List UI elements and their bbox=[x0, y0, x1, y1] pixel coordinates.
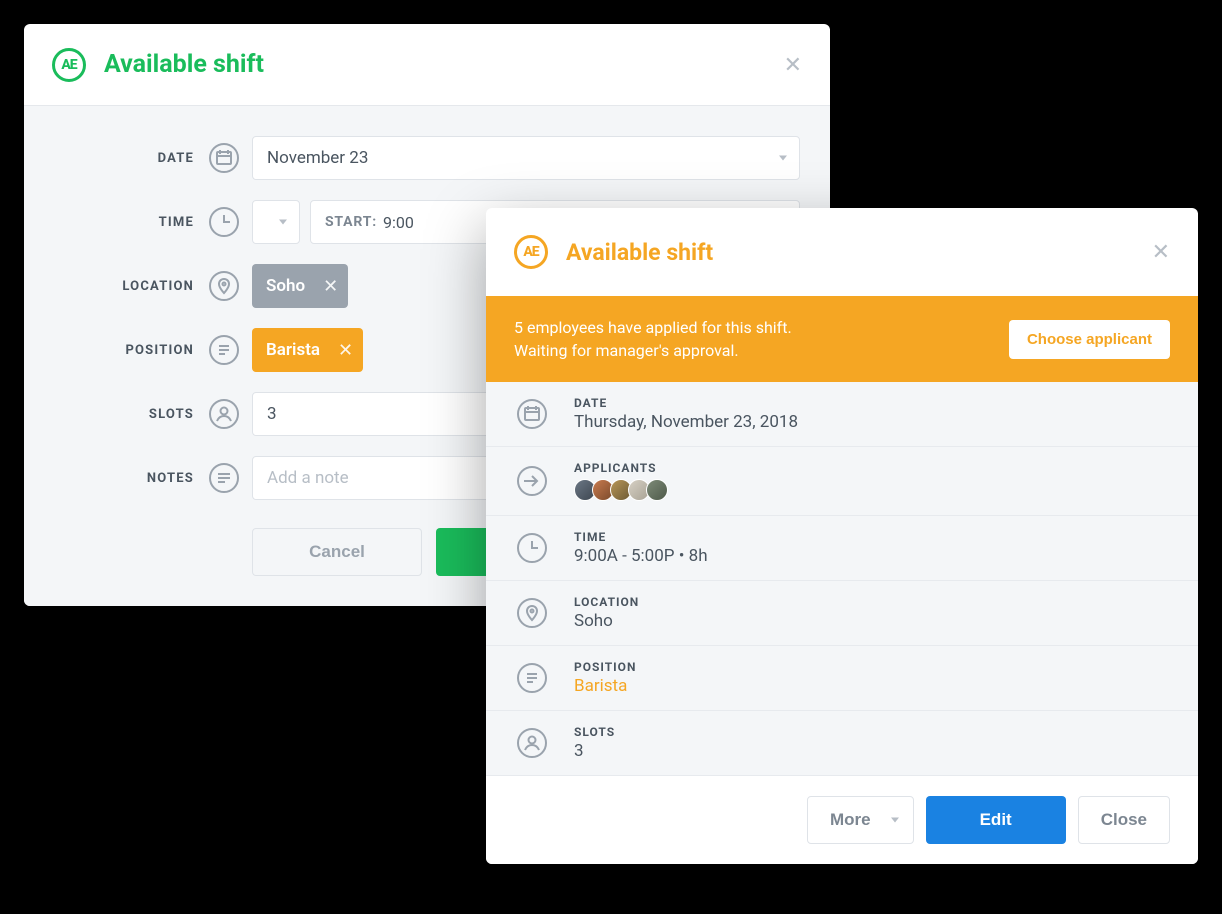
modal-header: AE Available shift ✕ bbox=[486, 208, 1198, 296]
modal-title: Available shift bbox=[104, 50, 264, 79]
arrow-in-icon bbox=[514, 463, 550, 499]
banner-text: 5 employees have applied for this shift.… bbox=[514, 316, 792, 362]
chevron-down-icon bbox=[891, 818, 899, 823]
position-icon bbox=[514, 660, 550, 696]
pin-icon bbox=[206, 268, 242, 304]
notes-label: NOTES bbox=[54, 471, 194, 486]
edit-button[interactable]: Edit bbox=[926, 796, 1066, 844]
close-button[interactable]: Close bbox=[1078, 796, 1170, 844]
app-logo-icon: AE bbox=[514, 235, 548, 269]
modal-footer: More Edit Close bbox=[486, 775, 1198, 864]
clock-icon bbox=[206, 204, 242, 240]
choose-applicant-button[interactable]: Choose applicant bbox=[1009, 320, 1170, 359]
time-label: TIME bbox=[54, 215, 194, 230]
view-shift-modal: AE Available shift ✕ 5 employees have ap… bbox=[486, 208, 1198, 864]
time-value: 9:00A - 5:00P • 8h bbox=[574, 546, 708, 566]
slots-label: SLOTS bbox=[574, 725, 615, 739]
location-value: Soho bbox=[574, 611, 639, 631]
position-value: Barista bbox=[574, 676, 636, 696]
remove-chip-icon[interactable]: ✕ bbox=[323, 276, 338, 297]
start-value: 9:00 bbox=[383, 213, 414, 232]
date-value: Thursday, November 23, 2018 bbox=[574, 412, 798, 432]
chip-text: Soho bbox=[266, 276, 305, 296]
date-label: DATE bbox=[574, 396, 798, 410]
position-chip[interactable]: Barista ✕ bbox=[252, 328, 363, 372]
pin-icon bbox=[514, 595, 550, 631]
slots-value: 3 bbox=[267, 404, 277, 424]
location-label: LOCATION bbox=[54, 279, 194, 294]
banner-line-2: Waiting for manager's approval. bbox=[514, 339, 792, 362]
calendar-icon bbox=[514, 396, 550, 432]
time-type-select[interactable] bbox=[252, 200, 300, 244]
approval-banner: 5 employees have applied for this shift.… bbox=[486, 296, 1198, 382]
date-label: DATE bbox=[54, 151, 194, 166]
calendar-icon bbox=[206, 140, 242, 176]
notes-placeholder: Add a note bbox=[267, 468, 349, 488]
chip-text: Barista bbox=[266, 340, 320, 360]
person-icon bbox=[514, 725, 550, 761]
chevron-down-icon bbox=[279, 220, 287, 225]
more-button[interactable]: More bbox=[807, 796, 914, 844]
slots-label: SLOTS bbox=[54, 407, 194, 422]
modal-title: Available shift bbox=[566, 239, 713, 266]
modal-header: AE Available shift ✕ bbox=[24, 24, 830, 106]
app-logo-icon: AE bbox=[52, 48, 86, 82]
person-icon bbox=[206, 396, 242, 432]
start-label: START: bbox=[325, 214, 377, 230]
chevron-down-icon bbox=[779, 156, 787, 161]
position-label: POSITION bbox=[54, 343, 194, 358]
avatar[interactable] bbox=[646, 479, 668, 501]
notes-icon bbox=[206, 460, 242, 496]
position-icon bbox=[206, 332, 242, 368]
date-select[interactable]: November 23 bbox=[252, 136, 800, 180]
time-label: TIME bbox=[574, 530, 708, 544]
clock-icon bbox=[514, 530, 550, 566]
date-value: November 23 bbox=[267, 148, 368, 168]
slots-value: 3 bbox=[574, 741, 615, 761]
more-label: More bbox=[830, 810, 871, 830]
applicants-label: APPLICANTS bbox=[574, 461, 664, 475]
close-icon[interactable]: ✕ bbox=[1152, 239, 1170, 265]
banner-line-1: 5 employees have applied for this shift. bbox=[514, 316, 792, 339]
close-icon[interactable]: ✕ bbox=[784, 52, 802, 78]
location-label: LOCATION bbox=[574, 595, 639, 609]
remove-chip-icon[interactable]: ✕ bbox=[338, 340, 353, 361]
cancel-button[interactable]: Cancel bbox=[252, 528, 422, 576]
location-chip[interactable]: Soho ✕ bbox=[252, 264, 348, 308]
shift-details: DATE Thursday, November 23, 2018 APPLICA… bbox=[486, 382, 1198, 775]
position-label: POSITION bbox=[574, 660, 636, 674]
applicant-avatars[interactable] bbox=[574, 477, 664, 501]
